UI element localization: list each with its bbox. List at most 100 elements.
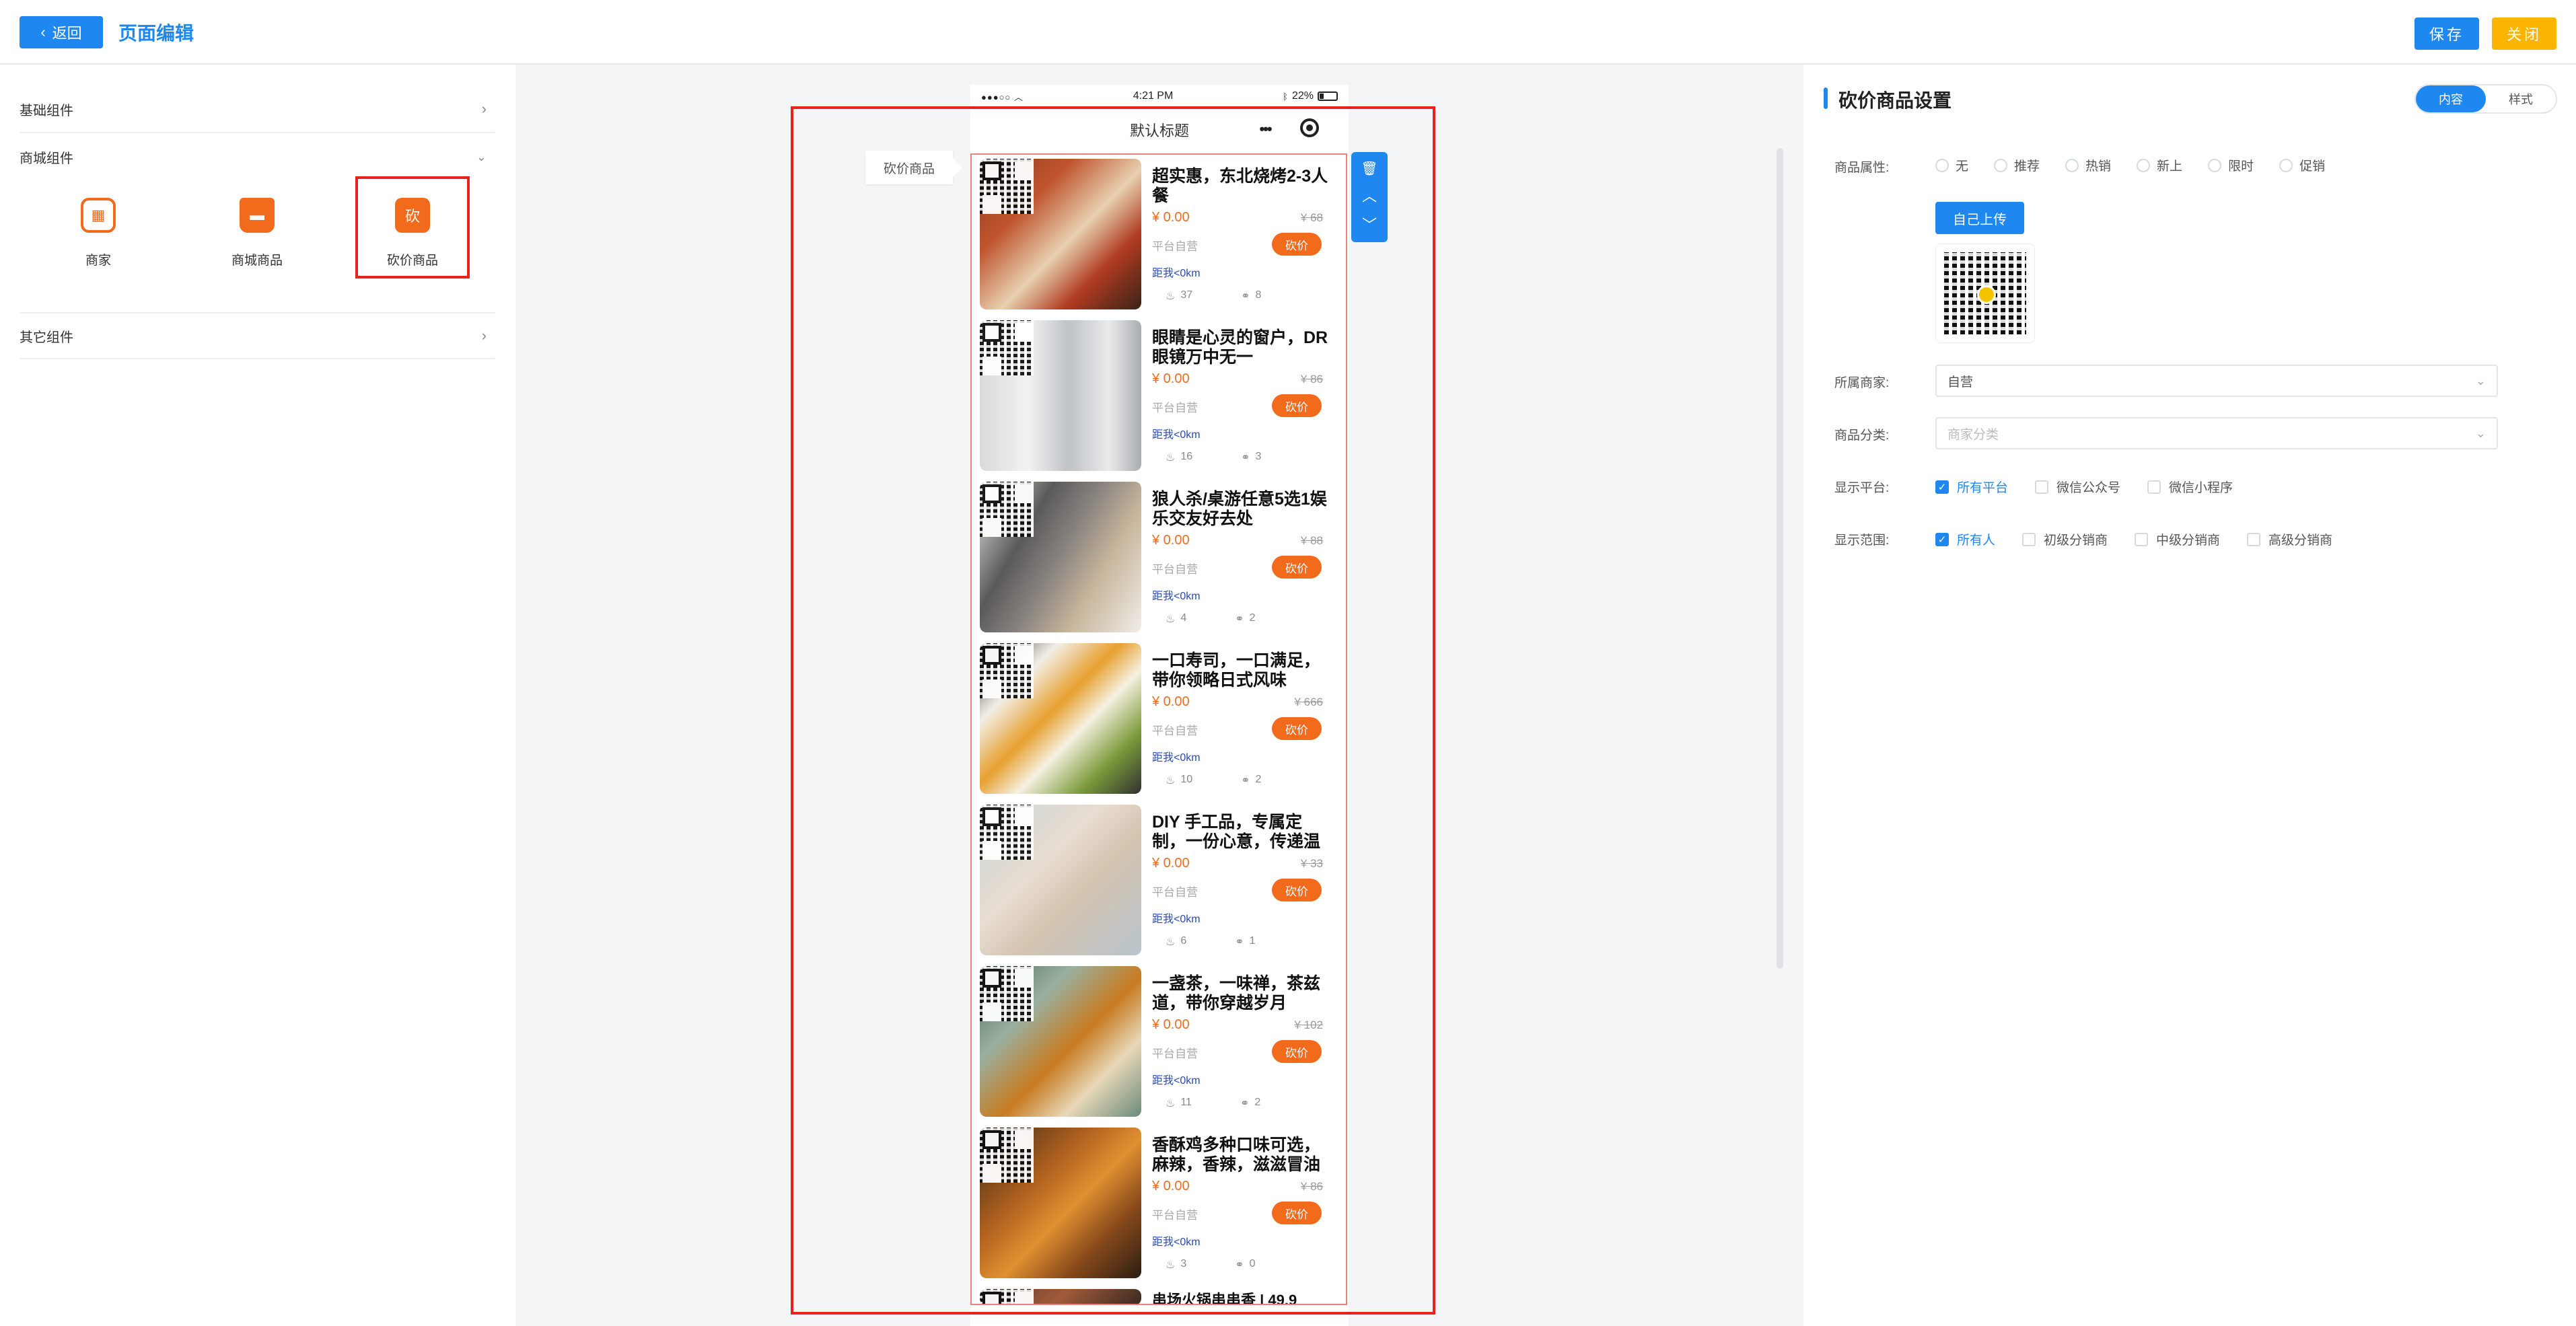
- component-mall-goods[interactable]: ▬ 商城商品: [203, 183, 311, 284]
- views-count: 11: [1180, 1097, 1192, 1108]
- product-image: [980, 159, 1141, 309]
- chevron-right-icon: ›: [481, 100, 487, 117]
- link-icon: ⚭: [1235, 614, 1244, 625]
- product-card[interactable]: 狼人杀/桌游任意5选1娱乐交友好去处 ¥ 0.00 ¥ 88 平台自营 砍价 距我<0km…: [980, 482, 1340, 635]
- product-title: 一口寿司，一口满足，带你领略日式风味: [1152, 651, 1321, 690]
- product-seller: 平台自营: [1152, 402, 1198, 414]
- views-stat: ♨ 11: [1166, 1097, 1192, 1110]
- scopes-checkbox[interactable]: 中级分销商: [2135, 530, 2220, 548]
- bargain-button[interactable]: 砍价: [1272, 233, 1322, 256]
- delete-icon[interactable]: 🗑: [1361, 160, 1378, 177]
- group-basic-components[interactable]: 基础组件 ›: [20, 86, 495, 133]
- attr-label: 商品属性:: [1834, 161, 1890, 175]
- fire-icon: ♨: [1166, 1259, 1176, 1271]
- shares-stat: ⚭ 2: [1240, 1097, 1260, 1110]
- product-card[interactable]: 串场火锅串串香 | 49.9: [980, 1289, 1340, 1305]
- platforms-checkbox[interactable]: 微信公众号: [2035, 478, 2120, 496]
- attr-radio[interactable]: 限时: [2208, 156, 2254, 174]
- scopes-checkbox[interactable]: 初级分销商: [2022, 530, 2108, 548]
- link-icon: ⚭: [1241, 775, 1250, 786]
- group-mall-components[interactable]: 商城组件 ⌄: [20, 133, 495, 180]
- product-stats: ♨ 10 ⚭ 2: [1166, 774, 1261, 787]
- product-card[interactable]: DIY 手工品，专属定制，一份心意，传递温暖 ¥ 0.00 ¥ 33 平台自营 砍价距我…: [980, 805, 1340, 958]
- title-accent-bar: [1824, 87, 1828, 109]
- move-down-icon[interactable]: ﹀: [1362, 213, 1377, 235]
- product-card[interactable]: 超实惠，东北烧烤2-3人餐 ¥ 0.00 ¥ 68 平台自营 砍价 距我<0km ♨ 37 ⚭ 8: [980, 159, 1340, 312]
- component-label: 商城商品: [231, 254, 283, 268]
- link-icon: ⚭: [1241, 452, 1250, 464]
- product-title: 超实惠，东北烧烤2-3人餐: [1152, 167, 1328, 205]
- merchant-select[interactable]: 自营 ⌄: [1935, 365, 2498, 397]
- product-card[interactable]: 一盏茶，一味禅，茶兹道，带你穿越岁月 ¥ 0.00 ¥ 102 平台自营 砍价 距我<0k…: [980, 966, 1340, 1119]
- shares-stat: ⚭ 2: [1235, 612, 1255, 626]
- battery-indicator: ᛒ 22%: [1283, 90, 1338, 102]
- product-price: ¥ 0.00: [1152, 1179, 1190, 1193]
- move-up-icon[interactable]: ︿: [1362, 184, 1377, 206]
- chevron-left-icon: ‹: [40, 24, 46, 40]
- close-button[interactable]: 关闭: [2492, 17, 2556, 50]
- attr-radio[interactable]: 新上: [2137, 156, 2182, 174]
- bargain-button[interactable]: 砍价: [1272, 394, 1322, 417]
- product-price: ¥ 0.00: [1152, 1017, 1190, 1032]
- checkbox-box: [2147, 480, 2161, 494]
- product-stats: ♨ 6 ⚭ 1: [1166, 935, 1256, 949]
- component-tag: 砍价商品: [865, 151, 962, 184]
- checkbox-box: [2135, 532, 2149, 546]
- bargain-button[interactable]: 砍价: [1272, 879, 1322, 901]
- component-merchant[interactable]: ▦ 商家: [44, 183, 152, 284]
- shares-count: 2: [1254, 1097, 1261, 1108]
- scopes-checkbox[interactable]: ✓ 所有人: [1935, 530, 1995, 548]
- product-stats: ♨ 16 ⚭ 3: [1166, 451, 1261, 464]
- bargain-button[interactable]: 砍价: [1272, 717, 1322, 740]
- shares-stat: ⚭ 2: [1241, 774, 1261, 787]
- bargain-button[interactable]: 砍价: [1272, 1040, 1322, 1063]
- save-button[interactable]: 保存: [2414, 17, 2479, 50]
- product-seller: 平台自营: [1152, 563, 1198, 576]
- target-icon[interactable]: [1300, 118, 1319, 137]
- group-other-components[interactable]: 其它组件 ›: [20, 312, 495, 359]
- more-icon[interactable]: •••: [1250, 114, 1280, 144]
- category-select[interactable]: 商家分类 ⌄: [1935, 417, 2498, 449]
- product-card[interactable]: 一口寿司，一口满足，带你领略日式风味 ¥ 0.00 ¥ 666 平台自营 砍价 距我<0k…: [980, 643, 1340, 797]
- platforms-checkbox[interactable]: 微信小程序: [2147, 478, 2233, 496]
- shares-count: 2: [1255, 774, 1262, 785]
- product-title: 香酥鸡多种口味可选，麻辣，香辣，滋滋冒油: [1152, 1136, 1321, 1174]
- battery-percent: 22%: [1291, 90, 1314, 102]
- shares-count: 0: [1249, 1258, 1256, 1269]
- attr-radio[interactable]: 促销: [2279, 156, 2325, 174]
- radio-circle: [2065, 158, 2079, 172]
- attr-radio[interactable]: 无: [1935, 156, 1968, 174]
- category-placeholder: 商家分类: [1947, 427, 1999, 442]
- product-card[interactable]: 眼睛是心灵的窗户，DR眼镜万中无一 ¥ 0.00 ¥ 86 平台自营 砍价 距我<0km ♨…: [980, 320, 1340, 474]
- product-original-price: ¥ 88: [1300, 534, 1323, 547]
- attr-radio[interactable]: 推荐: [1994, 156, 2040, 174]
- scopes-checkbox[interactable]: 高级分销商: [2247, 530, 2332, 548]
- back-button[interactable]: ‹ 返回: [20, 16, 103, 48]
- tab-content[interactable]: 内容: [2416, 85, 2486, 112]
- group-label: 商城组件: [20, 151, 73, 166]
- checkbox-box: [2035, 480, 2049, 494]
- upload-button[interactable]: 自己上传: [1935, 202, 2024, 234]
- component-label: 砍价商品: [386, 254, 438, 268]
- product-seller: 平台自营: [1152, 240, 1198, 253]
- canvas-scrollbar[interactable]: [1777, 148, 1783, 969]
- radio-label: 新上: [2157, 159, 2183, 174]
- views-count: 10: [1180, 774, 1193, 785]
- attr-radio[interactable]: 热销: [2065, 156, 2111, 174]
- shares-count: 8: [1255, 289, 1262, 301]
- qr-code-image: [1935, 244, 2035, 343]
- bargain-button[interactable]: 砍价: [1272, 556, 1322, 579]
- radio-label: 推荐: [2014, 159, 2040, 174]
- tab-style[interactable]: 样式: [2486, 85, 2556, 112]
- fire-icon: ♨: [1166, 1098, 1176, 1109]
- product-image: [980, 482, 1141, 632]
- shares-count: 1: [1249, 935, 1256, 947]
- radio-label: 无: [1956, 159, 1969, 174]
- product-card[interactable]: 香酥鸡多种口味可选，麻辣，香辣，滋滋冒油 ¥ 0.00 ¥ 86 平台自营 砍价 距我<0…: [980, 1128, 1340, 1281]
- fire-icon: ♨: [1166, 614, 1176, 625]
- component-bargain-goods[interactable]: 砍 砍价商品: [355, 176, 470, 279]
- product-image: [980, 966, 1141, 1117]
- bargain-button[interactable]: 砍价: [1272, 1202, 1322, 1224]
- chevron-right-icon: ›: [481, 327, 487, 344]
- platforms-checkbox[interactable]: ✓ 所有平台: [1935, 478, 2008, 496]
